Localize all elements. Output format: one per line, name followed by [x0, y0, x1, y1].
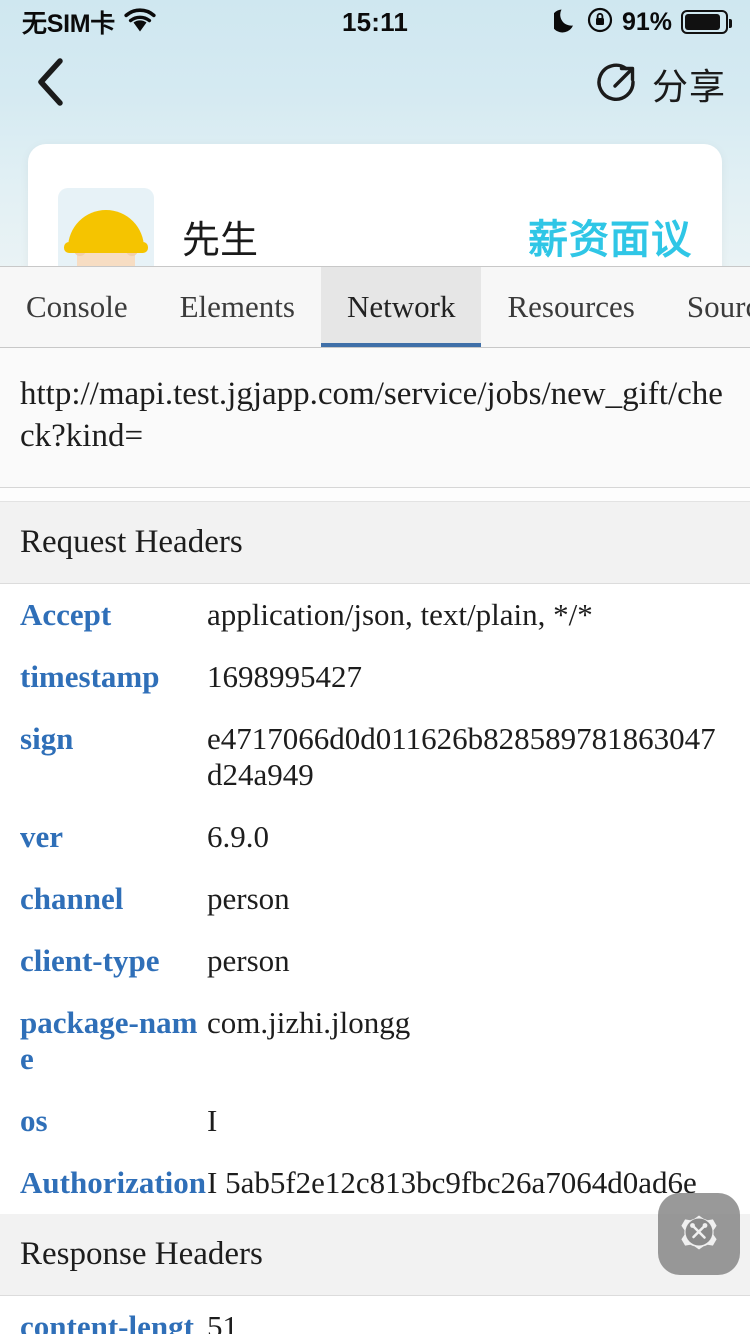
header-row[interactable]: package-name com.jizhi.jlongg — [0, 992, 750, 1091]
header-row[interactable]: sign e4717066d0d011626b828589781863047d24… — [0, 708, 750, 807]
tab-resources[interactable]: Resources — [481, 267, 660, 347]
header-key: ver — [20, 819, 64, 855]
header-key: client-type — [20, 943, 160, 979]
header-key: package-name — [20, 1005, 198, 1077]
header-key: channel — [20, 881, 124, 917]
battery-icon — [681, 10, 732, 34]
tab-sources[interactable]: Sources — [661, 267, 750, 347]
header-row[interactable]: ver 6.9.0 — [0, 806, 750, 869]
devtools-tabbar: ConsoleElementsNetworkResourcesSourcesIn… — [0, 266, 750, 348]
tab-elements[interactable]: Elements — [154, 267, 321, 347]
tab-label: Resources — [507, 289, 635, 324]
tab-console[interactable]: Console — [0, 267, 154, 347]
request-headers-list: Accept application/json, text/plain, */* t… — [0, 584, 750, 1215]
tab-label: Network — [346, 289, 456, 324]
header-key: sign — [20, 721, 74, 757]
gear-tools-icon — [670, 1203, 728, 1266]
response-headers-list: content-length51content-typeapplication/… — [0, 1296, 750, 1334]
request-url[interactable]: http://mapi.test.jgjapp.com/service/jobs… — [0, 348, 750, 489]
screen-root: 无SIM卡 15:11 91% 分享 先生 薪资面议 Console Eleme… — [0, 0, 750, 1334]
header-key: content-length — [20, 1309, 194, 1334]
request-headers-title: Request Headers — [0, 502, 750, 585]
devtools-floating-button[interactable] — [658, 1193, 740, 1275]
job-card-row: 先生 薪资面议 — [28, 144, 722, 284]
moon-icon — [550, 7, 578, 38]
rotation-lock-icon — [587, 7, 613, 38]
header-row[interactable]: client-type person — [0, 930, 750, 993]
header-value: com.jizhi.jlongg — [207, 1005, 411, 1041]
tab-label: Console — [26, 289, 128, 324]
header-key: timestamp — [20, 659, 160, 695]
header-value: 51 — [207, 1309, 238, 1334]
share-circle-arrow-icon — [596, 59, 642, 110]
navigation-bar: 分享 — [0, 44, 750, 124]
header-row[interactable]: os I — [0, 1090, 750, 1153]
share-button[interactable]: 分享 — [596, 58, 726, 110]
header-row[interactable]: content-length 51 — [0, 1296, 750, 1334]
header-value: person — [207, 943, 290, 979]
header-value: 6.9.0 — [207, 819, 269, 855]
header-value: application/json, text/plain, */* — [207, 597, 593, 633]
back-button[interactable] — [24, 57, 78, 111]
section-gap — [0, 488, 750, 503]
header-value: I — [207, 1103, 218, 1139]
header-row[interactable]: channel person — [0, 868, 750, 931]
job-title-label: 先生 — [182, 219, 259, 262]
header-key: Authorization — [20, 1165, 206, 1201]
battery-percent-label: 91% — [621, 7, 672, 36]
back-chevron-icon — [35, 57, 67, 112]
share-label: 分享 — [651, 66, 726, 107]
header-row[interactable]: Accept application/json, text/plain, */* — [0, 584, 750, 647]
salary-label: 薪资面议 — [528, 218, 692, 262]
status-bar-right: 91% — [550, 7, 732, 38]
devtools-panel: ConsoleElementsNetworkResourcesSourcesIn… — [0, 266, 750, 1334]
header-key: Accept — [20, 597, 112, 633]
header-value: e4717066d0d011626b828589781863047d24a949 — [207, 721, 716, 793]
header-row[interactable]: Authorization I 5ab5f2e12c813bc9fbc26a706… — [0, 1152, 750, 1215]
tab-network[interactable]: Network — [320, 267, 482, 347]
header-value: 1698995427 — [207, 659, 362, 695]
tab-label: Sources — [686, 289, 750, 324]
response-headers-title: Response Headers — [0, 1214, 750, 1297]
header-value: person — [207, 881, 290, 917]
header-value: I 5ab5f2e12c813bc9fbc26a7064d0ad6e — [207, 1165, 697, 1201]
header-row[interactable]: timestamp 1698995427 — [0, 646, 750, 709]
header-key: os — [20, 1103, 48, 1139]
tab-label: Elements — [179, 289, 295, 324]
status-bar: 无SIM卡 15:11 91% — [0, 0, 750, 44]
